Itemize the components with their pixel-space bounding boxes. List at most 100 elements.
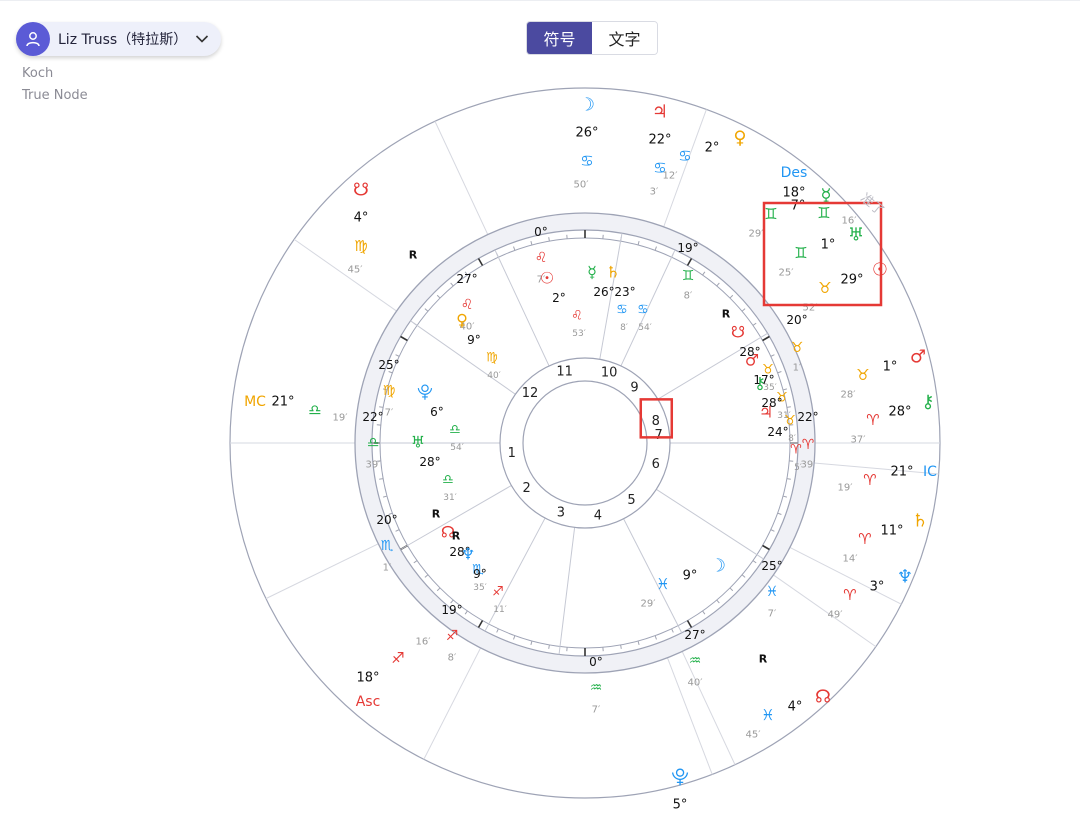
outer-house-line bbox=[663, 109, 707, 228]
outer-angle-label-asc: Asc bbox=[356, 694, 381, 710]
inner-planet-minute: 5′ bbox=[794, 463, 802, 473]
house-number: 10 bbox=[601, 366, 618, 381]
inner-planet-retro: R bbox=[432, 508, 441, 521]
outer-planet-degree: 7° bbox=[791, 199, 806, 214]
outer-angle-sign: ♐ bbox=[391, 649, 404, 667]
outer-angle-degree: 21° bbox=[271, 395, 294, 410]
degree-tick bbox=[620, 644, 622, 649]
inner-cusp-degree: 22° bbox=[362, 410, 383, 424]
inner-planet-sign: ♐ bbox=[492, 585, 504, 600]
outer-planet-sign: ♊ bbox=[794, 244, 807, 262]
inner-planet-sign: ♌ bbox=[571, 309, 583, 324]
house-number: 3 bbox=[557, 505, 565, 520]
house-number: 7 bbox=[654, 428, 662, 443]
inner-planet-glyph: ⯓ bbox=[417, 383, 433, 402]
inner-cusp-minute: 7′ bbox=[592, 705, 601, 716]
outer-house-line bbox=[293, 238, 397, 312]
house-number: 12 bbox=[522, 386, 539, 401]
inner-planet-degree: 9° bbox=[467, 333, 481, 347]
degree-tick bbox=[548, 237, 550, 242]
outer-planet-glyph: ♃ bbox=[652, 102, 668, 123]
outer-house-line bbox=[666, 657, 713, 775]
outer-planet-glyph: ☋ bbox=[353, 180, 369, 201]
inner-cusp-sign: ♒ bbox=[689, 653, 702, 669]
outer-angle-sign: ♎ bbox=[308, 401, 321, 419]
house-number: 5 bbox=[627, 493, 635, 508]
inner-planet-degree: 23° bbox=[614, 285, 635, 299]
outer-angle-label-ic: IC bbox=[923, 464, 937, 480]
outer-planet-sign: ♈ bbox=[843, 586, 856, 604]
outer-planet-minute: 14′ bbox=[843, 554, 859, 565]
inner-cusp-sign: ♓ bbox=[766, 584, 779, 600]
outer-planet-minute: 29′ bbox=[641, 599, 657, 610]
outer-planet-degree: 1° bbox=[883, 360, 898, 375]
inner-cusp-minute: 40′ bbox=[688, 678, 704, 689]
inner-planet-glyph: ♃ bbox=[759, 403, 773, 422]
inner-cusp-minute: 7′ bbox=[768, 609, 777, 620]
inner-cusp-sign: ♎ bbox=[367, 435, 380, 451]
inner-planet-minute: 53′ bbox=[572, 329, 586, 339]
inner-planet-minute: 35′ bbox=[473, 583, 487, 593]
inner-cusp-degree: 20° bbox=[376, 513, 397, 527]
outer-angle-degree: 18° bbox=[356, 671, 379, 686]
astrology-wheel: 123 45678910111222°♎39′20°♏1′19°♐8′ 0°♒7′2… bbox=[229, 87, 941, 813]
inner-cusp-minute: 8′ bbox=[448, 653, 457, 664]
inner-cusp-sign: ♊ bbox=[682, 268, 695, 284]
inner-cusp-sign: ♉ bbox=[791, 340, 804, 356]
outer-planet-degree: 4° bbox=[354, 211, 369, 226]
outer-planet-glyph: ☽ bbox=[710, 556, 726, 577]
inner-cusp-minute: 1′ bbox=[383, 563, 392, 574]
outer-angle-label-des: Des bbox=[781, 165, 808, 181]
outer-angle-degree: 21° bbox=[890, 465, 913, 480]
inner-planet-minute: 54′ bbox=[638, 323, 652, 333]
inner-cusp-sign: ♒ bbox=[590, 680, 603, 696]
outer-planet-minute: 37′ bbox=[851, 435, 867, 446]
inner-planet-glyph: ☿ bbox=[587, 263, 597, 282]
outer-planet-glyph: ♅ bbox=[848, 225, 864, 246]
outer-planet-glyph: ⯓ bbox=[671, 767, 689, 788]
inner-cusp-degree: 25° bbox=[761, 559, 782, 573]
inner-planet-sign: ♋ bbox=[616, 303, 628, 318]
house-number: 4 bbox=[594, 508, 602, 523]
outer-house-line bbox=[265, 543, 379, 600]
outer-planet-degree: 28° bbox=[888, 405, 911, 420]
outer-planet-sign: ♓ bbox=[761, 706, 774, 724]
outer-planet-sign: ♋ bbox=[580, 152, 593, 170]
inner-planet-retro: R bbox=[722, 308, 731, 321]
outer-planet-glyph: ♆ bbox=[897, 567, 913, 588]
outer-angle-minute: 16′ bbox=[416, 637, 432, 648]
house-number: 11 bbox=[556, 364, 573, 379]
inner-planet-glyph: ♂ bbox=[745, 351, 759, 370]
inner-cusp-minute: 8′ bbox=[684, 291, 693, 302]
house-number: 8 bbox=[652, 414, 660, 429]
center-circle bbox=[522, 380, 648, 506]
outer-planet-sign: ♋ bbox=[678, 147, 691, 165]
inner-cusp-minute: 39′ bbox=[801, 460, 817, 471]
outer-house-line bbox=[434, 121, 489, 235]
outer-planet-degree: 4° bbox=[788, 700, 803, 715]
inner-planet-degree: 9° bbox=[473, 567, 487, 581]
outer-planet-sign: ♈ bbox=[858, 530, 871, 548]
inner-cusp-degree: 19° bbox=[441, 603, 462, 617]
outer-planet-degree: 9° bbox=[683, 569, 698, 584]
outer-planet-sign: ♊ bbox=[764, 205, 777, 223]
outer-house-line bbox=[773, 574, 877, 648]
outer-planet-minute: 25′ bbox=[779, 268, 795, 279]
degree-tick bbox=[379, 406, 384, 408]
inner-cusp-sign: ♍ bbox=[383, 383, 396, 399]
outer-planet-degree: 1° bbox=[821, 238, 836, 253]
outer-planet-glyph: ♂ bbox=[910, 347, 926, 368]
outer-planet-degree: 22° bbox=[648, 133, 671, 148]
inner-planet-glyph: ⚷ bbox=[754, 374, 766, 393]
inner-cusp-sign: ♐ bbox=[446, 628, 459, 644]
inner-planet-sign: ♈ bbox=[790, 443, 802, 458]
inner-planet-degree: 26° bbox=[593, 285, 614, 299]
inner-cusp-degree: 20° bbox=[786, 313, 807, 327]
inner-planet-minute: 11′ bbox=[493, 605, 507, 615]
inner-cusp-degree: 22° bbox=[797, 410, 818, 424]
outer-angle-sign: ♈ bbox=[863, 471, 876, 489]
inner-planet-sign: ♍ bbox=[486, 351, 498, 366]
outer-planet-glyph: ♀ bbox=[733, 128, 746, 149]
outer-planet-sign: ♉ bbox=[818, 279, 831, 297]
outer-planet-minute: 29′ bbox=[749, 229, 765, 240]
